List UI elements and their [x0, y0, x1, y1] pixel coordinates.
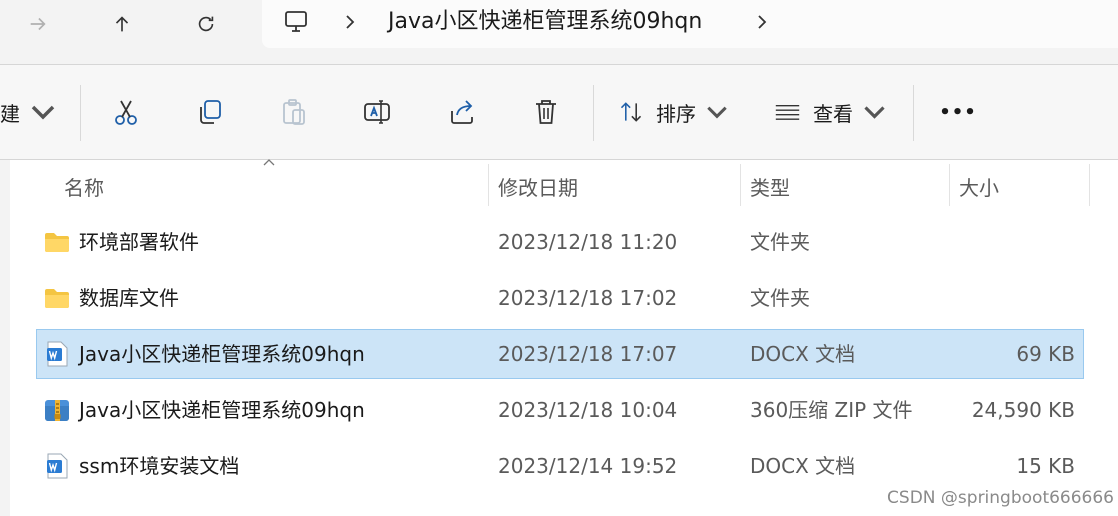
file-type: DOCX 文档 [750, 454, 856, 478]
more-icon: ••• [939, 101, 977, 123]
file-row[interactable]: 数据库文件 2023/12/18 17:02 文件夹 [37, 274, 1083, 322]
file-name: ssm环境安装文档 [79, 454, 240, 478]
address-row: Java小区快递柜管理系统09hqn [0, 0, 1118, 64]
docx-icon [47, 341, 68, 367]
docx-icon [47, 453, 68, 479]
file-row[interactable]: ssm环境安装文档 2023/12/14 19:52 DOCX 文档 15 KB [37, 442, 1083, 490]
cut-button[interactable] [106, 65, 146, 159]
column-header-row: 名称 修改日期 类型 大小 [0, 160, 1118, 208]
file-date: 2023/12/14 19:52 [498, 454, 678, 478]
file-name: Java小区快递柜管理系统09hqn [79, 342, 365, 366]
sort-label: 排序 [656, 101, 696, 126]
file-date: 2023/12/18 17:07 [498, 342, 678, 366]
column-resize-handle[interactable] [488, 164, 489, 206]
file-type: 文件夹 [750, 286, 810, 310]
column-resize-handle[interactable] [740, 164, 741, 206]
share-button[interactable] [441, 65, 483, 159]
file-type: 360压缩 ZIP 文件 [750, 398, 913, 422]
chevron-down-icon [707, 106, 727, 119]
chevron-right-icon[interactable] [340, 10, 360, 34]
file-size: 69 KB [1016, 342, 1075, 366]
file-name: 环境部署软件 [79, 230, 199, 254]
folder-icon [45, 233, 69, 252]
paste-button[interactable] [274, 65, 314, 159]
file-size: 24,590 KB [971, 398, 1075, 422]
navigation-pane-edge[interactable] [0, 160, 10, 516]
view-label: 查看 [813, 101, 853, 126]
arrow-right-icon [30, 17, 46, 31]
breadcrumb[interactable]: Java小区快递柜管理系统09hqn [388, 8, 702, 36]
paste-icon [283, 99, 305, 125]
divider [913, 85, 914, 141]
column-resize-handle[interactable] [1089, 164, 1090, 206]
file-type: DOCX 文档 [750, 342, 856, 366]
chevron-down-icon [31, 105, 55, 120]
view-button[interactable]: 查看 [774, 65, 888, 159]
column-header-date[interactable]: 修改日期 [498, 172, 578, 201]
more-options-button[interactable]: ••• [936, 65, 980, 159]
scissors-icon [115, 100, 137, 125]
sort-button[interactable]: 排序 [618, 65, 730, 159]
new-button[interactable]: 新建 [0, 65, 60, 159]
watermark: CSDN @springboot666666 [887, 488, 1114, 508]
computer-icon [285, 11, 307, 32]
divider [80, 85, 81, 141]
refresh-button[interactable] [186, 8, 226, 40]
file-row[interactable]: Java小区快递柜管理系统09hqn 2023/12/18 10:04 360压… [37, 386, 1083, 434]
sort-icon [620, 102, 642, 122]
refresh-icon [198, 16, 214, 32]
file-size: 15 KB [1016, 454, 1075, 478]
file-date: 2023/12/18 17:02 [498, 286, 678, 310]
command-bar: 新建 [0, 65, 1118, 159]
view-list-icon [775, 104, 800, 120]
rename-button[interactable] [356, 65, 398, 159]
file-name: 数据库文件 [79, 286, 179, 310]
file-date: 2023/12/18 10:04 [498, 398, 678, 422]
zip-icon [45, 400, 69, 421]
column-header-name[interactable]: 名称 [64, 172, 104, 201]
column-resize-handle[interactable] [949, 164, 950, 206]
copy-icon [200, 100, 221, 124]
chevron-right-icon[interactable] [752, 10, 772, 34]
share-icon [451, 100, 473, 124]
up-button[interactable] [102, 8, 142, 40]
folder-icon [45, 289, 69, 308]
column-header-type[interactable]: 类型 [750, 172, 790, 201]
column-header-size[interactable]: 大小 [959, 172, 999, 201]
file-row[interactable]: 环境部署软件 2023/12/18 11:20 文件夹 [37, 218, 1083, 266]
trash-icon [536, 100, 556, 124]
chevron-down-icon [864, 106, 885, 119]
rename-icon [364, 100, 390, 124]
forward-button[interactable] [18, 8, 58, 40]
file-row-selected[interactable]: Java小区快递柜管理系统09hqn 2023/12/18 17:07 DOCX… [36, 329, 1084, 379]
file-type: 文件夹 [750, 230, 810, 254]
divider [593, 85, 594, 141]
file-date: 2023/12/18 11:20 [498, 230, 678, 254]
new-label: 新建 [0, 101, 20, 126]
file-name: Java小区快递柜管理系统09hqn [79, 398, 365, 422]
delete-button[interactable] [525, 65, 567, 159]
arrow-up-icon [115, 16, 129, 32]
copy-button[interactable] [190, 65, 230, 159]
